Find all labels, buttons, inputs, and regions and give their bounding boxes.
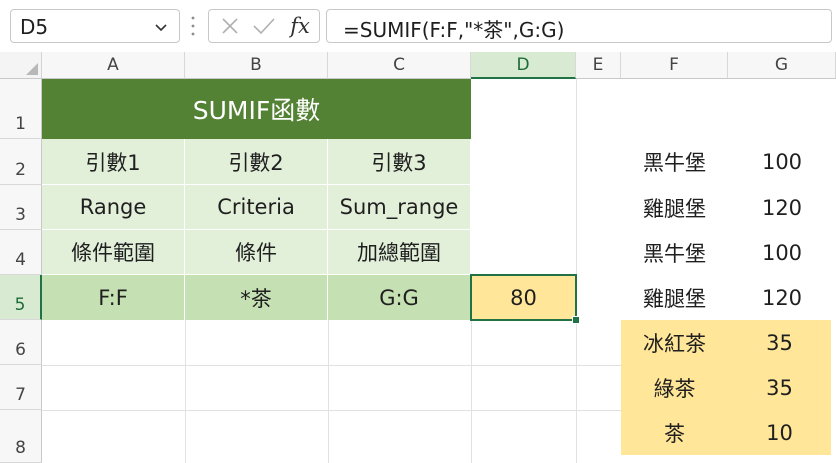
cell-a2[interactable]: 引數1 (42, 139, 185, 185)
gridline (576, 79, 577, 463)
formula-text: =SUMIF(F:F,"*茶",G:G) (343, 18, 565, 42)
column-header-c[interactable]: C (328, 52, 471, 79)
item-value[interactable]: 100 (728, 230, 836, 275)
gridline (471, 320, 472, 463)
column-header-b[interactable]: B (185, 52, 328, 79)
cell-b3[interactable]: Criteria (185, 185, 328, 230)
name-box[interactable]: D5 (10, 9, 180, 43)
cell-b4[interactable]: 條件 (185, 230, 328, 275)
row-header-7[interactable]: 7 (0, 365, 42, 410)
column-header-a[interactable]: A (42, 52, 185, 79)
row-header-4[interactable]: 4 (0, 230, 42, 275)
more-options-icon[interactable] (190, 14, 196, 38)
formula-bar: D5 fx =SUMIF(F:F,"*茶",G:G) (0, 0, 836, 52)
item-value-highlighted[interactable]: 35 (728, 320, 831, 365)
name-box-value: D5 (20, 15, 49, 39)
formula-controls: fx (208, 9, 320, 43)
row-header-2[interactable]: 2 (0, 139, 42, 185)
item-value[interactable]: 100 (728, 139, 836, 185)
item-value-highlighted[interactable]: 35 (728, 365, 831, 410)
gridline (42, 410, 621, 411)
item-value[interactable]: 120 (728, 185, 836, 230)
gridline (42, 365, 621, 366)
item-value-highlighted[interactable]: 10 (728, 410, 831, 455)
row-header-1[interactable]: 1 (0, 79, 42, 139)
table-title[interactable]: SUMIF函數 (42, 79, 471, 139)
formula-input[interactable]: =SUMIF(F:F,"*茶",G:G) (326, 9, 832, 43)
chevron-down-icon[interactable] (153, 19, 169, 35)
item-value[interactable]: 120 (728, 275, 836, 320)
fill-handle[interactable] (572, 316, 580, 324)
column-header-e[interactable]: E (576, 52, 621, 79)
cell-c4[interactable]: 加總範圍 (328, 230, 471, 275)
column-header-g[interactable]: G (728, 52, 836, 79)
row-header-8[interactable]: 8 (0, 410, 42, 463)
gridline (185, 320, 186, 463)
result-cell-d5[interactable]: 80 (470, 274, 577, 321)
column-header-f[interactable]: F (621, 52, 728, 79)
cell-a5[interactable]: F:F (42, 275, 185, 320)
item-name-highlighted[interactable]: 綠茶 (621, 365, 728, 410)
row-header-6[interactable]: 6 (0, 320, 42, 365)
cell-a4[interactable]: 條件範圍 (42, 230, 185, 275)
confirm-icon[interactable] (249, 10, 279, 42)
item-name-highlighted[interactable]: 冰紅茶 (621, 320, 728, 365)
gridline (328, 320, 329, 463)
item-name[interactable]: 黑牛堡 (621, 230, 728, 275)
cell-c5[interactable]: G:G (328, 275, 471, 320)
row-header-3[interactable]: 3 (0, 185, 42, 230)
item-name[interactable]: 雞腿堡 (621, 185, 728, 230)
cell-b2[interactable]: 引數2 (185, 139, 328, 185)
item-name[interactable]: 雞腿堡 (621, 275, 728, 320)
item-name[interactable]: 黑牛堡 (621, 139, 728, 185)
cell-a3[interactable]: Range (42, 185, 185, 230)
cell-c3[interactable]: Sum_range (328, 185, 471, 230)
cell-b5[interactable]: *茶 (185, 275, 328, 320)
column-header-d[interactable]: D (471, 52, 576, 79)
cancel-icon[interactable] (215, 10, 245, 42)
spreadsheet-grid: A B C D E F G 1 2 3 4 5 6 7 8 SUMIF函數 引數… (0, 52, 836, 463)
item-name-highlighted[interactable]: 茶 (621, 410, 728, 455)
cell-c2[interactable]: 引數3 (328, 139, 471, 185)
row-header-5[interactable]: 5 (0, 275, 42, 320)
insert-function-icon[interactable]: fx (283, 10, 317, 42)
select-all-corner[interactable] (0, 52, 42, 79)
